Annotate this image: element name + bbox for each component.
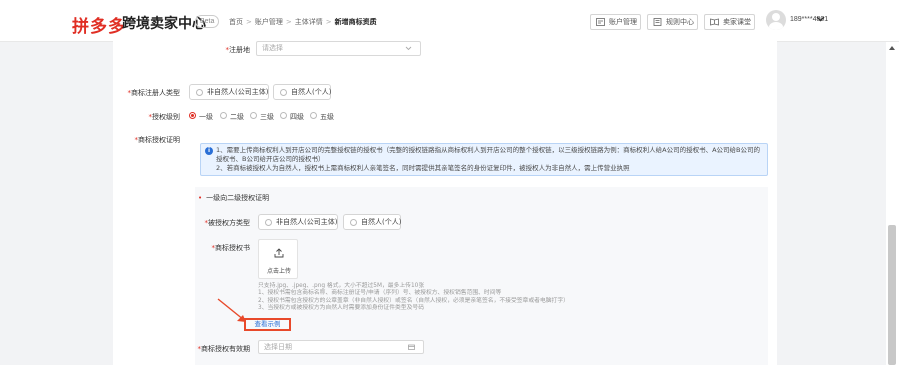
grantee-type-company-option[interactable]: 非自然人(公司主体) [258, 214, 338, 230]
breadcrumb-current: 新增商标资质 [334, 18, 377, 26]
account-button[interactable]: 账户管理 [590, 14, 641, 30]
registration-place-label: *注册地 [225, 46, 251, 54]
pinduoduo-logo[interactable]: 拼多多 [72, 12, 126, 37]
app-title: 跨境卖家中心 [122, 16, 206, 32]
beta-badge: Beta [195, 15, 220, 28]
registration-place-select[interactable]: 请选择 [256, 41, 421, 56]
auth-level-option-1[interactable]: 一级 [189, 112, 213, 122]
notice-line-1: 1、需要上传商标权利人到开店公司的完整授权链的授权书（完整的授权链路指从商标权利… [216, 146, 760, 163]
breadcrumb-separator: > [285, 18, 292, 26]
avatar[interactable] [766, 10, 786, 30]
section-title: • 一级向二级授权证明 [198, 194, 270, 202]
auth-proof-label: *商标授权证明 [134, 136, 181, 144]
account-button-label: 账户管理 [609, 18, 637, 26]
upload-label: 点击上传 [266, 268, 291, 275]
auth-level-label: *授权级别 [148, 113, 181, 121]
rules-button-label: 规则中心 [666, 18, 694, 26]
radio-icon [310, 112, 317, 119]
radio-icon [350, 219, 357, 226]
info-icon: i [205, 147, 213, 155]
auth-level-option-5[interactable]: 五级 [310, 112, 334, 122]
tip-line: 3、当授权方或被授权方为自然人时需要添加身份证件类型及号码 [258, 305, 425, 312]
radio-icon [265, 219, 272, 226]
validity-placeholder: 选择日期 [264, 343, 292, 351]
breadcrumb-account[interactable]: 账户管理 [255, 18, 283, 26]
classroom-button[interactable]: 卖家课堂 [704, 14, 755, 30]
validity-label: *商标授权有效期 [197, 345, 251, 353]
owner-type-label: *商标注册人类型 [127, 89, 181, 97]
radio-icon [220, 112, 227, 119]
radio-icon [250, 112, 257, 119]
notice-line-2: 2、若商标被授权人为自然人，授权书上需商标权利人亲笔签名，同时需提供其亲笔签名的… [216, 164, 630, 172]
scroll-up-icon[interactable] [889, 46, 895, 50]
scrollbar-thumb[interactable] [888, 225, 896, 365]
breadcrumb-separator: > [246, 18, 252, 26]
auth-level-option-3[interactable]: 三级 [250, 112, 274, 122]
breadcrumb-entity[interactable]: 主体详情 [295, 18, 323, 26]
radio-icon [280, 112, 287, 119]
auth-level-option-2[interactable]: 二级 [220, 112, 244, 122]
view-example-link[interactable]: 查看示例 [244, 318, 291, 331]
owner-type-company-option[interactable]: 非自然人(公司主体) [189, 84, 269, 100]
auth-level-option-4[interactable]: 四级 [280, 112, 304, 122]
upload-icon [274, 248, 284, 258]
chevron-down-icon [405, 46, 412, 51]
rules-button[interactable]: 规则中心 [647, 14, 698, 30]
radio-icon [196, 89, 203, 96]
radio-selected-icon [189, 112, 196, 119]
breadcrumb-separator: > [325, 18, 332, 26]
classroom-button-label: 卖家课堂 [723, 18, 751, 26]
auth-letter-label: *商标授权书 [211, 244, 251, 252]
owner-type-person-option[interactable]: 自然人(个人) [273, 84, 331, 100]
upload-button[interactable]: 点击上传 [258, 239, 298, 279]
grantee-type-label: *被授权方类型 [204, 219, 251, 227]
info-notice: i 1、需要上传商标权利人到开店公司的完整授权链的授权书（完整的授权链路指从商标… [200, 143, 768, 176]
rules-icon [653, 18, 662, 26]
classroom-icon [710, 18, 719, 26]
breadcrumb-home[interactable]: 首页 [229, 18, 243, 26]
upload-tips: 只支持.jpg、.jpeg、.png 格式，大小不超过5M，最多上传10张 1、… [258, 283, 598, 313]
account-icon [596, 18, 605, 26]
radio-icon [280, 89, 287, 96]
chevron-down-icon[interactable] [816, 14, 825, 23]
grantee-type-person-option[interactable]: 自然人(个人) [343, 214, 401, 230]
registration-place-placeholder: 请选择 [262, 44, 283, 52]
breadcrumb: 首页 > 账户管理 > 主体详情 > 新增商标资质 [229, 17, 377, 27]
calendar-icon [408, 344, 415, 350]
tip-line: 1、授权书需包含商标名称、商标注册证号/申请（序列）号、被授权方、授权销售范围、… [258, 290, 502, 297]
validity-date-input[interactable]: 选择日期 [258, 340, 424, 354]
